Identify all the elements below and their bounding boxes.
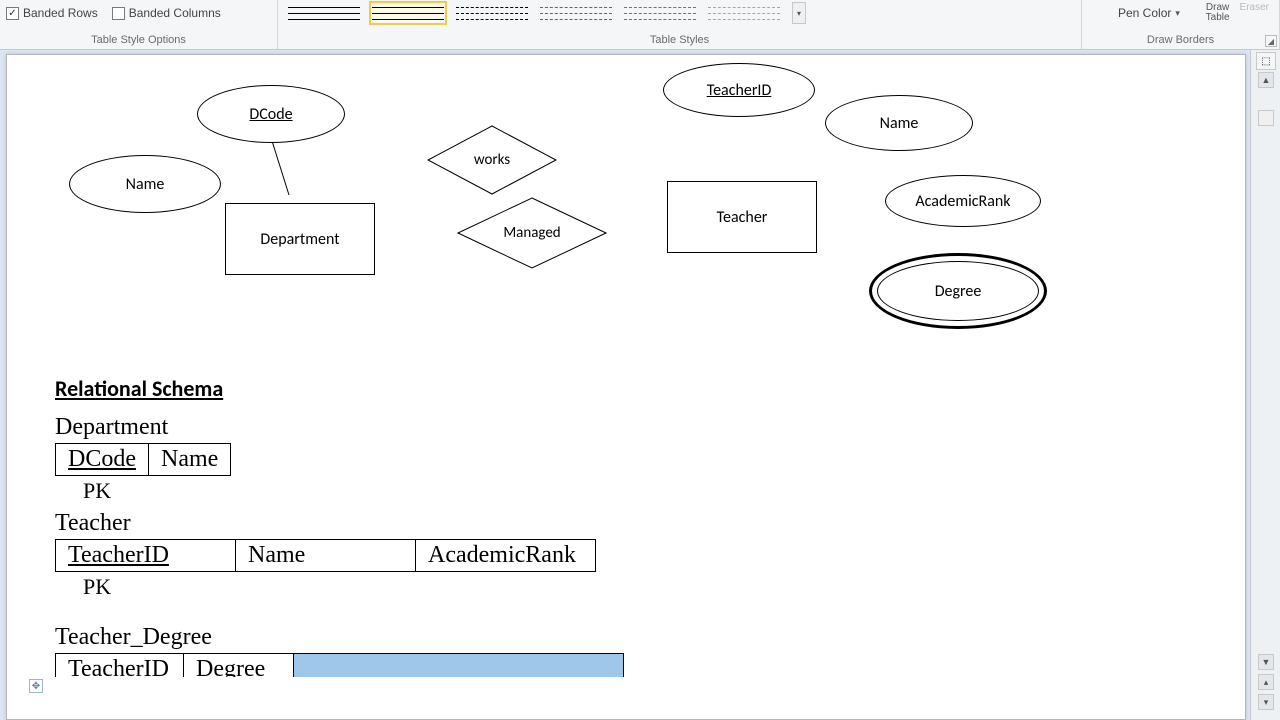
er-rel-managed: Managed [457, 197, 607, 269]
er-attr-academicrank: AcademicRank [885, 175, 1041, 227]
table-style-green[interactable] [708, 4, 780, 22]
ribbon-group-label: Draw Borders [1088, 32, 1273, 49]
schema-table-teacher-degree[interactable]: TeacherID Degree [55, 653, 624, 677]
schema-table-name: Department [55, 414, 624, 441]
pen-color-button[interactable]: Pen Color [1118, 6, 1171, 20]
table-move-handle-icon[interactable]: ✥ [29, 679, 43, 693]
gallery-more-button[interactable]: ▾ [792, 2, 806, 24]
er-entity-teacher: Teacher [667, 181, 817, 253]
ribbon-group-label: Table Style Options [6, 32, 271, 49]
table-row: DCode Name [56, 444, 231, 476]
table-style-dashed[interactable] [456, 4, 528, 22]
banded-rows-label: Banded Rows [23, 6, 98, 20]
er-attr-dcode: DCode [197, 85, 345, 143]
schema-table-teacher: TeacherID Name AcademicRank [55, 539, 596, 572]
schema-table-name: Teacher [55, 510, 624, 537]
eraser-button[interactable]: Eraser [1240, 3, 1269, 23]
col-teacherid: TeacherID [56, 540, 236, 572]
er-entity-department: Department [225, 203, 375, 275]
browse-next-button[interactable]: ▾ [1258, 694, 1274, 710]
relational-schema: Relational Schema Department DCode Name … [55, 375, 624, 677]
table-row: TeacherID Name AcademicRank [56, 540, 596, 572]
pk-label: PK [55, 478, 624, 504]
object-browser-icon[interactable]: ⬚ [1256, 52, 1276, 70]
col-degree[interactable]: Degree [184, 654, 294, 678]
ribbon-group-table-styles: ▾ Table Styles [278, 0, 1082, 49]
table-style-orange[interactable] [624, 4, 696, 22]
col-name: Name [149, 444, 231, 476]
scroll-down-button[interactable]: ▼ [1258, 654, 1274, 670]
browse-prev-button[interactable]: ▴ [1258, 674, 1274, 690]
scroll-up-button[interactable]: ▲ [1258, 72, 1274, 88]
table-row: TeacherID Degree [56, 654, 624, 678]
schema-table-department: DCode Name [55, 443, 231, 476]
selected-cell[interactable] [294, 654, 624, 678]
dialog-launcher-icon[interactable]: ◢ [1265, 35, 1277, 47]
check-icon: ✓ [6, 7, 19, 20]
vertical-scrollbar-panel: ⬚ ▲ ▼ ▴ ▾ [1250, 50, 1280, 720]
er-attr-teacherid: TeacherID [663, 63, 815, 117]
page: DCode Name Department works Managed Teac… [6, 54, 1246, 720]
col-academicrank: AcademicRank [416, 540, 596, 572]
pk-label: PK [55, 574, 624, 600]
banded-columns-label: Banded Columns [129, 6, 221, 20]
schema-title: Relational Schema [55, 375, 624, 402]
ribbon-group-draw-borders: Pen Color ▾ DrawTable Eraser Draw Border… [1082, 0, 1280, 49]
col-dcode: DCode [56, 444, 149, 476]
er-rel-works: works [427, 125, 557, 195]
table-style-plain[interactable] [288, 4, 360, 22]
ribbon-group-style-options: ✓ Banded Rows Banded Columns Table Style… [0, 0, 278, 49]
table-style-selected[interactable] [372, 4, 444, 22]
er-diagram: DCode Name Department works Managed Teac… [7, 55, 1245, 355]
table-styles-gallery[interactable]: ▾ [284, 2, 1075, 24]
table-style-blue[interactable] [540, 4, 612, 22]
er-attr-name-left: Name [69, 155, 221, 213]
banded-rows-checkbox[interactable]: ✓ Banded Rows [6, 6, 98, 20]
checkbox-empty-icon [112, 7, 125, 20]
schema-table-name: Teacher_Degree [55, 624, 624, 651]
er-attr-degree: Degree [869, 253, 1047, 329]
col-name: Name [236, 540, 416, 572]
ribbon: ✓ Banded Rows Banded Columns Table Style… [0, 0, 1280, 50]
er-attr-name-right: Name [825, 95, 973, 151]
draw-table-button[interactable]: DrawTable [1206, 3, 1230, 23]
document-area: DCode Name Department works Managed Teac… [0, 50, 1250, 720]
col-teacherid[interactable]: TeacherID [56, 654, 184, 678]
banded-columns-checkbox[interactable]: Banded Columns [112, 6, 221, 20]
dropdown-icon[interactable]: ▾ [1175, 8, 1180, 19]
ribbon-group-label: Table Styles [284, 32, 1075, 49]
split-view-handle[interactable] [1258, 110, 1274, 126]
